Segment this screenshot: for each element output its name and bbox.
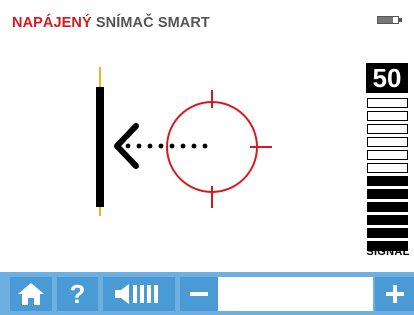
increase-button[interactable] [375, 277, 414, 311]
volume-button[interactable] [103, 277, 175, 311]
signal-meter-segment [367, 137, 408, 147]
signal-meter-segment [367, 150, 408, 160]
signal-meter-segment [367, 98, 408, 108]
signal-meter-segment [367, 124, 408, 134]
home-button[interactable] [10, 277, 52, 311]
signal-meter-segment [367, 215, 408, 225]
signal-meter-segment [367, 228, 408, 238]
help-button[interactable]: ? [57, 277, 98, 311]
plus-icon [385, 285, 404, 303]
signal-meter-segment [367, 189, 408, 199]
signal-meter-segment [367, 111, 408, 121]
signal-meter-segment [367, 176, 408, 186]
stud-edge-indicator [96, 67, 104, 216]
signal-meter [367, 98, 409, 254]
sensor-graphic [96, 67, 272, 216]
title-rest: SNÍMAČ SMART [95, 15, 210, 31]
volume-icon [115, 284, 158, 304]
home-icon [18, 283, 44, 305]
signal-meter-segment [367, 163, 408, 173]
crosshair-target-icon [166, 90, 272, 208]
signal-label: SIGNAL [366, 246, 410, 258]
decrease-button[interactable] [180, 277, 218, 311]
help-label: ? [69, 278, 86, 309]
signal-meter-segment [367, 202, 408, 212]
signal-value: 50 [366, 63, 408, 93]
minus-icon [190, 292, 208, 296]
battery-icon [377, 16, 403, 24]
bottom-toolbar: ? [0, 272, 414, 315]
value-field[interactable] [218, 277, 373, 311]
page-title: NAPÁJENÝ SNÍMAČ SMART [12, 15, 210, 31]
title-accent: NAPÁJENÝ [12, 15, 92, 31]
